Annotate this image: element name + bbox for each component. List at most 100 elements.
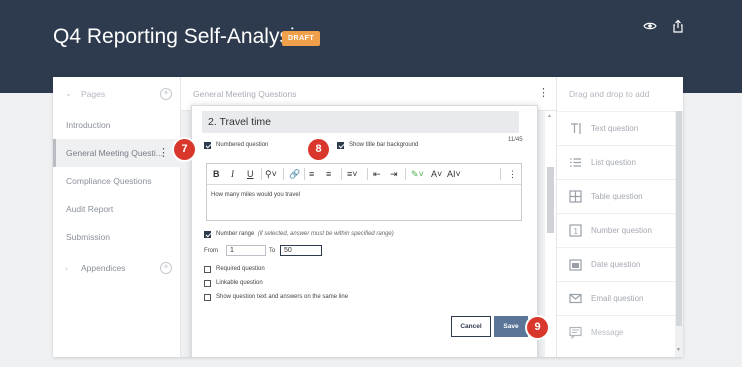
- palette-item-text[interactable]: Text question: [557, 111, 675, 145]
- sidebar-item-compliance[interactable]: Compliance Questions: [53, 167, 181, 195]
- same-line-checkbox[interactable]: [204, 294, 211, 301]
- palette-item-number[interactable]: 1 Number question: [557, 213, 675, 247]
- palette-item-message[interactable]: Message: [557, 315, 675, 349]
- message-icon: [569, 326, 582, 339]
- italic-button[interactable]: I: [231, 168, 234, 180]
- eye-icon[interactable]: [643, 19, 657, 33]
- callout-marker-9: 9: [527, 317, 548, 338]
- highlight-icon[interactable]: ✎˅: [411, 168, 424, 180]
- palette-heading: Drag and drop to add: [569, 89, 650, 99]
- indent-icon[interactable]: ⇥: [390, 168, 398, 180]
- sidebar-item-label: Audit Report: [66, 204, 114, 214]
- palette-item-label: Email question: [591, 294, 644, 303]
- status-badge: DRAFT: [282, 31, 321, 46]
- cancel-button[interactable]: Cancel: [451, 316, 491, 337]
- table-icon: [569, 190, 582, 203]
- callout-marker-7: 7: [174, 139, 195, 160]
- chevron-down-icon[interactable]: ⌄: [65, 89, 72, 98]
- linkable-label: Linkable question: [216, 280, 263, 286]
- rich-text-editor[interactable]: B I U ⚲˅ 🔗 ≡ ≡ ≡˅ ⇤ ⇥ ✎˅ A˅ AI˅ ⋮ How ma…: [206, 163, 522, 221]
- pages-sidebar: ⌄ Pages + Introduction General Meeting Q…: [53, 77, 181, 357]
- question-editor-area: General Meeting Questions ⋮ ▲ 2. Travel …: [181, 77, 556, 357]
- from-label: From: [204, 248, 218, 254]
- question-palette: Drag and drop to add Text question List …: [556, 77, 683, 357]
- editor-toolbar: B I U ⚲˅ 🔗 ≡ ≡ ≡˅ ⇤ ⇥ ✎˅ A˅ AI˅ ⋮: [207, 164, 521, 185]
- numbered-question-checkbox[interactable]: [204, 142, 211, 149]
- text-icon: [571, 123, 581, 134]
- svg-text:1: 1: [574, 227, 579, 236]
- sidebar-item-label: Compliance Questions: [66, 176, 152, 186]
- palette-item-date[interactable]: Date question: [557, 247, 675, 281]
- number-range-label: Number range (if selected, answer must b…: [216, 231, 394, 237]
- sidebar-item-audit-report[interactable]: Audit Report: [53, 195, 181, 223]
- link-icon[interactable]: 🔗: [289, 168, 300, 180]
- sidebar-item-label: Submission: [66, 232, 110, 242]
- scroll-up-icon[interactable]: ▲: [547, 113, 552, 119]
- sidebar-item-label: General Meeting Questi...: [66, 148, 163, 158]
- bold-button[interactable]: B: [213, 168, 220, 180]
- more-options-icon[interactable]: ⋮: [508, 168, 517, 180]
- number-range-text: Number range: [216, 231, 255, 237]
- same-line-label: Show question text and answers on the sa…: [216, 294, 349, 300]
- add-appendix-icon[interactable]: +: [160, 262, 172, 274]
- list-icon: [570, 158, 581, 167]
- palette-scrollbar[interactable]: ▼: [675, 111, 683, 357]
- save-button[interactable]: Save: [494, 316, 528, 337]
- palette-item-table[interactable]: Table question: [557, 179, 675, 213]
- required-checkbox[interactable]: [204, 266, 211, 273]
- linkable-checkbox[interactable]: [204, 280, 211, 287]
- palette-item-label: Text question: [591, 124, 639, 133]
- share-icon[interactable]: [671, 19, 685, 33]
- bullet-list-icon[interactable]: ≡: [309, 168, 314, 180]
- palette-item-email[interactable]: Email question: [557, 281, 675, 315]
- callout-marker-8: 8: [308, 139, 329, 160]
- editor-content[interactable]: How many miles would you travel: [211, 192, 300, 198]
- sidebar-item-general-meeting[interactable]: General Meeting Questi... ⋮: [53, 139, 181, 167]
- kebab-menu-icon[interactable]: ⋮: [538, 86, 549, 99]
- chevron-right-icon[interactable]: ›: [65, 254, 68, 282]
- pages-header[interactable]: ⌄ Pages +: [53, 77, 181, 111]
- pages-heading: Pages: [81, 89, 106, 99]
- find-replace-icon[interactable]: ⚲˅: [265, 168, 277, 180]
- palette-item-label: Number question: [591, 226, 652, 235]
- title-bar-background-label: Show title bar background: [349, 142, 419, 148]
- number-icon: 1: [569, 224, 582, 237]
- number-range-hint: (if selected, answer must be within spec…: [257, 231, 394, 237]
- scroll-down-icon[interactable]: ▼: [676, 347, 681, 353]
- palette-item-list[interactable]: List question: [557, 145, 675, 179]
- to-input[interactable]: 50: [280, 245, 322, 256]
- number-range-checkbox[interactable]: [204, 231, 211, 238]
- from-input[interactable]: 1: [226, 245, 266, 256]
- sidebar-item-submission[interactable]: Submission: [53, 223, 181, 251]
- center-scrollbar[interactable]: ▲: [545, 111, 556, 357]
- editor-panel: ⌄ Pages + Introduction General Meeting Q…: [53, 77, 683, 357]
- outdent-icon[interactable]: ⇤: [373, 168, 381, 180]
- sidebar-item-introduction[interactable]: Introduction: [53, 111, 181, 139]
- numbered-question-label: Numbered question: [216, 142, 269, 148]
- palette-item-label: Date question: [591, 260, 641, 269]
- email-icon: [569, 293, 582, 304]
- question-edit-dialog: 2. Travel time 11/45 Numbered question S…: [191, 105, 538, 357]
- title-bar-background-checkbox[interactable]: [337, 142, 344, 149]
- sidebar-item-label: Introduction: [66, 120, 111, 130]
- to-label: To: [269, 248, 276, 254]
- kebab-menu-icon[interactable]: ⋮: [158, 139, 169, 167]
- align-icon[interactable]: ≡˅: [347, 168, 358, 180]
- font-size-icon[interactable]: AI˅: [447, 168, 461, 180]
- calendar-icon: [569, 259, 582, 271]
- palette-item-label: Table question: [591, 192, 643, 201]
- palette-item-label: Message: [591, 328, 624, 337]
- palette-item-label: List question: [591, 158, 636, 167]
- required-label: Required question: [216, 266, 265, 272]
- scrollbar-thumb[interactable]: [676, 111, 682, 326]
- scrollbar-thumb[interactable]: [547, 167, 554, 233]
- section-heading: General Meeting Questions: [193, 89, 297, 99]
- question-title-field[interactable]: 2. Travel time: [202, 111, 519, 133]
- add-page-icon[interactable]: +: [160, 88, 172, 100]
- numbered-list-icon[interactable]: ≡: [326, 168, 331, 180]
- page-title: Q4 Reporting Self-Analysis: [53, 25, 306, 48]
- font-color-icon[interactable]: A˅: [431, 168, 442, 180]
- underline-button[interactable]: U: [247, 168, 254, 180]
- sidebar-item-label: Appendices: [81, 263, 126, 273]
- char-counter: 11/45: [508, 137, 523, 143]
